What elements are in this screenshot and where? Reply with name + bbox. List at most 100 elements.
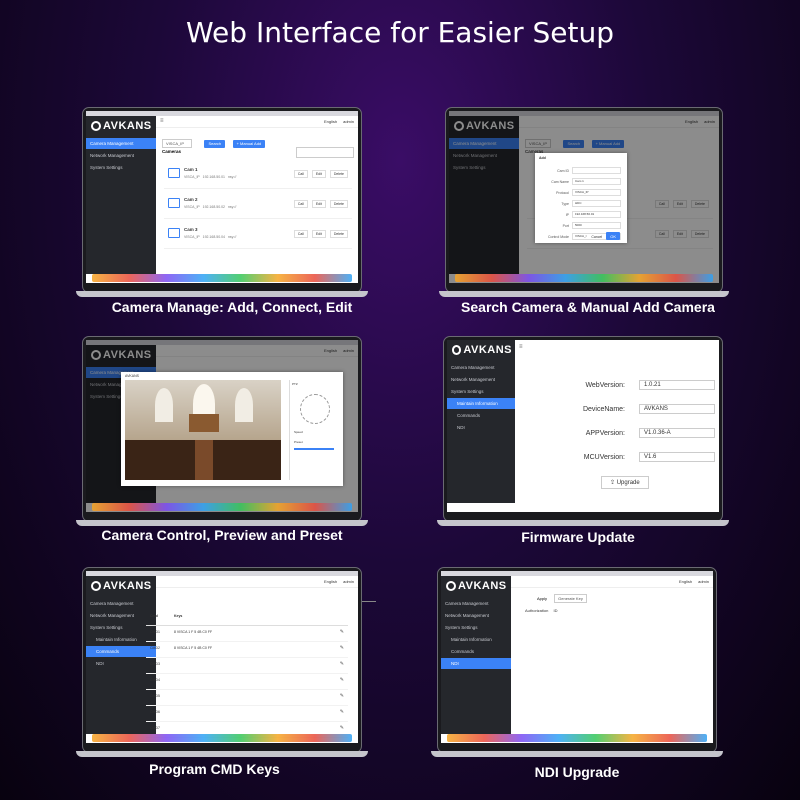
camera-row[interactable]: Cam 3 VISCA_IP 192.168.50.04 nsy:// Call… (164, 222, 352, 249)
sidebar-item-camera-management[interactable]: Camera Management (447, 362, 515, 373)
sidebar-item-ndi[interactable]: NDI (441, 658, 511, 669)
edit-icon[interactable]: ✎ (340, 645, 344, 651)
sidebar-item-system-settings[interactable]: System Settings (447, 386, 515, 397)
device-name-label: DeviceName: (582, 405, 625, 413)
logo-ring-icon (452, 345, 462, 355)
camera-row[interactable]: Cam 2 VISCA_IP 192.168.50.02 nsy:// Call… (164, 192, 352, 219)
control-tabs[interactable]: PTZ (290, 380, 340, 388)
edit-icon[interactable]: ✎ (340, 725, 344, 731)
caption-cmd-keys: Program CMD Keys (149, 761, 280, 777)
field-label: Cam Name (551, 179, 569, 184)
main-area: English admin Apply Generate Key Authori… (511, 576, 713, 734)
sidebar-item-commands[interactable]: Commands (447, 410, 515, 421)
camera-row[interactable]: Cam 1 VISCA_IP 192.168.50.01 nsy:// Call… (164, 162, 352, 189)
sidebar-item-network-management[interactable]: Network Management (441, 610, 511, 621)
logo-ring-icon (91, 121, 101, 131)
language-select[interactable]: English (679, 579, 692, 584)
camera-details: VISCA_IP 192.168.50.04 nsy:// (184, 235, 237, 239)
add-camera-dialog: Add Cam ID Cam Name Cam 1 Protocol VISCA_I… (535, 153, 627, 243)
logo-ring-icon (446, 581, 456, 591)
table-row[interactable]: CMD3 ✎ (146, 657, 348, 674)
sidebar-item-system-settings[interactable]: System Settings (86, 162, 156, 173)
ok-button[interactable]: OK (606, 232, 620, 240)
generate-key-button[interactable]: Generate Key (554, 594, 587, 603)
authorization-label: Authorization (525, 608, 549, 613)
language-select[interactable]: English (324, 579, 337, 584)
edit-icon[interactable]: ✎ (340, 677, 344, 683)
port-field[interactable]: 5000 (572, 222, 621, 229)
edit-button[interactable]: Edit (311, 170, 326, 178)
screen-manual-add: AVKANS Camera Management Network Managem… (449, 111, 719, 283)
mac-dock (455, 274, 713, 282)
top-bar: English admin (511, 576, 713, 588)
sidebar-item-camera-management[interactable]: Camera Management (86, 138, 156, 149)
brand-logo: AVKANS (86, 116, 156, 137)
sidebar-item-ndi[interactable]: NDI (447, 422, 515, 433)
sidebar-item-camera-management[interactable]: Camera Management (86, 598, 156, 609)
ip-field[interactable]: 192.168.50.01 (572, 211, 621, 218)
upgrade-button[interactable]: ⇪ Upgrade (601, 476, 649, 489)
preset-label: Preset (294, 440, 303, 444)
manual-add-button[interactable]: + Manual Add (232, 139, 266, 148)
edit-icon[interactable]: ✎ (340, 629, 344, 635)
edit-button[interactable]: Edit (311, 200, 326, 208)
table-row[interactable]: CMD4 ✎ (146, 673, 348, 690)
sidebar-item-camera-management[interactable]: Camera Management (441, 598, 511, 609)
app-version-label: APPVersion: (585, 429, 625, 437)
edit-icon[interactable]: ✎ (340, 693, 344, 699)
table-row[interactable]: CMD5 ✎ (146, 689, 348, 706)
mac-dock (92, 274, 352, 282)
hamburger-icon[interactable]: ≡ (519, 344, 523, 350)
cam-name-field[interactable]: Cam 1 (572, 178, 621, 185)
sidebar: AVKANS Camera Management Network Managem… (441, 576, 511, 734)
call-button[interactable]: Call (293, 230, 308, 238)
brand-logo: AVKANS (441, 576, 511, 597)
sidebar-item-system-settings[interactable]: System Settings (441, 622, 511, 633)
language-select[interactable]: English (324, 119, 337, 124)
edit-icon[interactable]: ✎ (340, 661, 344, 667)
call-button[interactable]: Call (293, 200, 308, 208)
cancel-button[interactable]: Cancel (591, 235, 602, 239)
field-label: Type (561, 201, 569, 206)
mac-dock (447, 734, 707, 742)
ptz-control-panel: PTZ Speed Preset (289, 380, 340, 480)
app-version-value: V1.0.36-A (639, 428, 715, 438)
sidebar-item-maintain-information[interactable]: Maintain Information (447, 398, 515, 409)
caption-camera-control: Camera Control, Preview and Preset (101, 527, 343, 543)
caption-camera-manage: Camera Manage: Add, Connect, Edit (111, 299, 353, 315)
protocol-field[interactable]: VISCA_IP (572, 189, 621, 196)
cam-id-field[interactable] (572, 167, 621, 174)
mcu-version-value: V1.6 (639, 452, 715, 462)
laptop-manual-add: AVKANS Camera Management Network Managem… (439, 107, 729, 297)
user-menu[interactable]: admin (698, 579, 709, 584)
search-button[interactable]: Search (204, 139, 226, 148)
edit-button[interactable]: Edit (311, 230, 326, 238)
call-button[interactable]: Call (293, 170, 308, 178)
table-row[interactable]: CMD6 ✎ (146, 705, 348, 722)
logo-ring-icon (91, 581, 101, 591)
table-row[interactable]: CMD1 8 VISCA 1 F 5 4B C0 FF ✎ (146, 625, 348, 642)
delete-button[interactable]: Delete (329, 170, 348, 178)
screen-ndi: AVKANS Camera Management Network Managem… (441, 571, 713, 743)
sidebar-item-network-management[interactable]: Network Management (86, 150, 156, 161)
hamburger-icon[interactable]: ≡ (160, 118, 164, 124)
user-menu[interactable]: admin (343, 119, 354, 124)
top-bar: English admin (156, 576, 358, 588)
laptop-cmd-keys: AVKANS Camera Management Network Managem… (76, 567, 368, 757)
delete-button[interactable]: Delete (329, 200, 348, 208)
preset-slider[interactable] (294, 448, 334, 450)
sidebar-item-network-management[interactable]: Network Management (447, 374, 515, 385)
edit-icon[interactable]: ✎ (340, 709, 344, 715)
ptz-joystick[interactable] (300, 394, 330, 424)
sidebar-item-commands[interactable]: Commands (441, 646, 511, 657)
type-field[interactable]: HDC (572, 200, 621, 207)
delete-button[interactable]: Delete (329, 230, 348, 238)
user-menu[interactable]: admin (343, 579, 354, 584)
table-row[interactable]: CMD2 8 VISCA 1 F 5 4B C0 FF ✎ (146, 641, 348, 658)
camera-search-input[interactable] (296, 147, 354, 158)
camera-icon (168, 168, 180, 178)
sidebar-item-maintain-information[interactable]: Maintain Information (441, 634, 511, 645)
apply-button[interactable]: Apply (537, 596, 547, 601)
protocol-select[interactable]: VISCA_IP (162, 139, 192, 148)
caption-manual-add: Search Camera & Manual Add Camera (461, 299, 715, 315)
